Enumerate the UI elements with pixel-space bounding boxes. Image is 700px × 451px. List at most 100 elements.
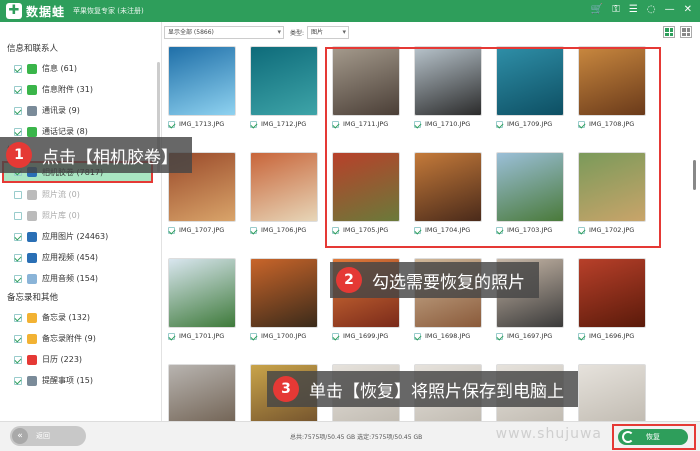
category-icon: [27, 333, 37, 344]
window-controls: 🛒 ⚿ ☰ ◌ — ✕: [591, 4, 692, 15]
photo-checkbox[interactable]: [168, 332, 175, 340]
photo-checkbox[interactable]: [332, 332, 339, 340]
photo-tile[interactable]: [168, 364, 236, 421]
callout-step-3: 3 单击【恢复】将照片保存到电脑上: [267, 371, 578, 407]
chevron-left-icon: «: [12, 428, 28, 444]
sidebar-item[interactable]: 照片流 (0): [0, 184, 161, 205]
menu-icon[interactable]: ☰: [629, 4, 638, 15]
photo-filename: IMG_1699.JPG: [343, 332, 389, 340]
sidebar-item[interactable]: 应用视频 (454): [0, 247, 161, 268]
sidebar-item-label: 信息附件 (31): [42, 85, 93, 94]
grid-scrollbar[interactable]: [693, 160, 696, 190]
photo-tile[interactable]: IMG_1713.JPG: [168, 46, 236, 130]
sidebar-item[interactable]: 提醒事项 (15): [0, 370, 161, 391]
sidebar-item[interactable]: 照片库 (0): [0, 205, 161, 226]
photo-tile[interactable]: IMG_1696.JPG: [578, 258, 646, 342]
sidebar-item[interactable]: 信息 (61): [0, 58, 161, 79]
sidebar-item-label: 通讯录 (9): [42, 106, 80, 115]
sidebar-item-label: 应用视频 (454): [42, 253, 99, 262]
photo-caption: IMG_1699.JPG: [332, 330, 400, 342]
checkbox[interactable]: [14, 127, 22, 136]
photo-filename: IMG_1701.JPG: [179, 332, 225, 340]
sidebar-item[interactable]: 通讯录 (9): [0, 100, 161, 121]
checkbox[interactable]: [14, 232, 22, 241]
photo-filename: IMG_1713.JPG: [179, 120, 225, 128]
photo-tile[interactable]: IMG_1701.JPG: [168, 258, 236, 342]
sidebar-item[interactable]: 备忘录附件 (9): [0, 328, 161, 349]
category-icon: [27, 375, 37, 386]
view-toggle: [663, 26, 692, 38]
sidebar-item[interactable]: 备忘录 (132): [0, 307, 161, 328]
photo-caption: IMG_1712.JPG: [250, 118, 318, 130]
sidebar-list: 信息和联系人信息 (61)信息附件 (31)通讯录 (9)通话记录 (8)媒体相…: [0, 40, 161, 391]
sidebar-item[interactable]: 应用音频 (154): [0, 268, 161, 289]
grid-view-icon[interactable]: [663, 26, 675, 38]
photo-checkbox[interactable]: [414, 332, 421, 340]
sidebar-item-label: 照片流 (0): [42, 190, 80, 199]
checkbox[interactable]: [14, 211, 22, 220]
step-1-number: 1: [6, 142, 32, 168]
photo-checkbox[interactable]: [250, 120, 257, 128]
photo-thumbnail[interactable]: [168, 258, 236, 328]
photo-filename: IMG_1698.JPG: [425, 332, 471, 340]
checkbox[interactable]: [14, 64, 22, 73]
totals-text: 总共:7575项/50.45 GB 选定:7575项/50.45 GB: [290, 434, 423, 441]
photo-caption: IMG_1707.JPG: [168, 224, 236, 236]
photo-thumbnail[interactable]: [168, 364, 236, 421]
checkbox[interactable]: [14, 376, 22, 385]
photo-thumbnail[interactable]: [250, 152, 318, 222]
checkbox[interactable]: [14, 355, 22, 364]
close-icon[interactable]: ✕: [684, 4, 692, 15]
photo-thumbnail[interactable]: [578, 258, 646, 328]
callout-step-2: 2 勾选需要恢复的照片: [330, 262, 539, 298]
category-icon: [27, 63, 37, 74]
checkbox[interactable]: [14, 106, 22, 115]
restore-button[interactable]: 恢复: [618, 429, 688, 445]
photo-filename: IMG_1696.JPG: [589, 332, 635, 340]
back-label: 返回: [36, 432, 50, 440]
show-select[interactable]: 显示全部 (5866): [164, 25, 284, 39]
sidebar-item-label: 应用音频 (154): [42, 274, 99, 283]
checkbox[interactable]: [14, 313, 22, 322]
key-icon[interactable]: ⚿: [612, 4, 620, 15]
checkbox[interactable]: [14, 85, 22, 94]
list-view-icon[interactable]: [680, 26, 692, 38]
checkbox[interactable]: [14, 190, 22, 199]
photo-checkbox[interactable]: [250, 332, 257, 340]
sidebar-item-label: 日历 (223): [42, 355, 83, 364]
checkbox[interactable]: [14, 274, 22, 283]
photo-tile[interactable]: IMG_1712.JPG: [250, 46, 318, 130]
app-logo-icon: ✚: [6, 3, 22, 19]
type-select[interactable]: 图片: [307, 25, 350, 39]
photo-thumbnail[interactable]: [168, 46, 236, 116]
feedback-icon[interactable]: ◌: [647, 4, 656, 15]
photo-checkbox[interactable]: [496, 332, 503, 340]
photo-checkbox[interactable]: [168, 120, 175, 128]
photo-checkbox[interactable]: [250, 226, 257, 234]
sidebar-header: [0, 22, 161, 40]
sidebar-item-label: 备忘录 (132): [42, 313, 91, 322]
sidebar-item[interactable]: 日历 (223): [0, 349, 161, 370]
category-icon: [27, 126, 37, 137]
category-icon: [27, 210, 37, 221]
photo-tile[interactable]: [578, 364, 646, 421]
checkbox[interactable]: [14, 334, 22, 343]
sidebar-item[interactable]: 应用图片 (24463): [0, 226, 161, 247]
photo-thumbnail[interactable]: [250, 46, 318, 116]
photo-checkbox[interactable]: [168, 226, 175, 234]
photo-tile[interactable]: IMG_1700.JPG: [250, 258, 318, 342]
photo-tile[interactable]: IMG_1706.JPG: [250, 152, 318, 236]
photo-filename: IMG_1700.JPG: [261, 332, 307, 340]
restore-highlight: 恢复: [612, 424, 696, 450]
photo-checkbox[interactable]: [578, 332, 585, 340]
minimize-icon[interactable]: —: [665, 4, 675, 15]
type-label: 类型:: [290, 29, 305, 37]
cart-icon[interactable]: 🛒: [591, 4, 603, 15]
checkbox[interactable]: [14, 253, 22, 262]
photo-thumbnail[interactable]: [578, 364, 646, 421]
photo-thumbnail[interactable]: [250, 258, 318, 328]
photo-selection-highlight: [325, 47, 661, 248]
restore-icon: [622, 431, 634, 443]
back-button[interactable]: « 返回: [10, 426, 86, 446]
sidebar-item[interactable]: 信息附件 (31): [0, 79, 161, 100]
